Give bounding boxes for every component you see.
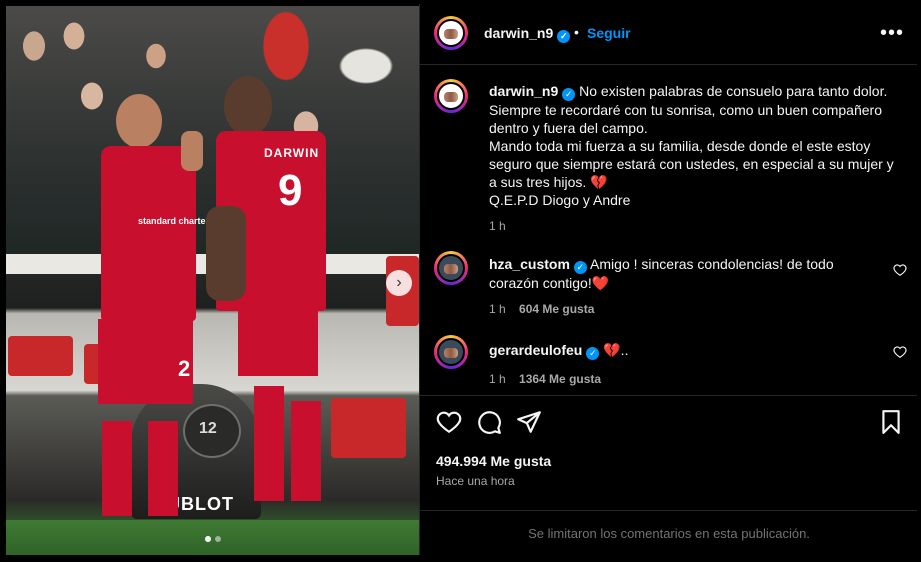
comment-likes[interactable]: 604 Me gusta [519, 302, 594, 316]
comment-avatar[interactable] [434, 251, 468, 285]
comment-text: 💔.. [603, 342, 629, 358]
author-username[interactable]: darwin_n9 ✓ [484, 25, 571, 43]
caption-line: No existen palabras de consuelo para tan… [579, 83, 888, 99]
player-head [224, 76, 272, 136]
verified-icon: ✓ [586, 347, 600, 360]
clock-number: 12 [199, 420, 217, 437]
caption: darwin_n9 ✓ No existen palabras de consue… [489, 82, 894, 235]
comment: hza_custom ✓ Amigo ! sinceras condolencia… [489, 255, 869, 318]
post-timestamp[interactable]: Hace una hora [436, 474, 515, 488]
comment-username[interactable]: gerardeulofeu [489, 342, 582, 358]
follow-button[interactable]: Seguir [587, 25, 631, 41]
verified-icon: ✓ [557, 30, 571, 43]
share-icon[interactable] [516, 409, 542, 435]
post-actions: 494.994 Me gusta Hace una hora Se limita… [420, 395, 917, 555]
comment-icon[interactable] [476, 409, 502, 435]
player-sock [254, 386, 284, 501]
player-shirt [101, 146, 196, 321]
heart-icon[interactable] [893, 263, 907, 277]
caption-line: Q.E.P.D Diogo y Andre [489, 192, 631, 208]
likes-count[interactable]: 494.994 Me gusta [436, 453, 551, 469]
heart-icon[interactable] [436, 409, 462, 435]
verified-icon: ✓ [562, 88, 576, 101]
caption-username[interactable]: darwin_n9 [489, 83, 558, 99]
shirt-number: 9 [278, 166, 303, 215]
instagram-post-window: 12 HUBLOT standard chartered 2 DARWIN 9 … [4, 4, 917, 555]
caption-line: Mando toda mi fuerza a su familia, desde… [489, 138, 894, 190]
comment-likes[interactable]: 1364 Me gusta [519, 372, 601, 386]
caption-avatar[interactable] [434, 79, 468, 113]
comment-avatar[interactable] [434, 335, 468, 369]
post-side-panel: darwin_n9 ✓ • Seguir ••• darwin_n9 ✓ No ex… [419, 4, 917, 555]
comment-time[interactable]: 1 h [489, 302, 506, 316]
verified-icon: ✓ [573, 261, 587, 274]
player-sock [102, 421, 132, 516]
author-avatar[interactable] [434, 16, 468, 50]
heart-icon[interactable] [893, 345, 907, 359]
caption-time[interactable]: 1 h [489, 217, 894, 235]
carousel-dot [205, 536, 211, 542]
stadium-seat [8, 336, 73, 376]
comment: gerardeulofeu ✓ 💔.. 1 h 1364 Me gusta [489, 341, 869, 388]
caption-line: Siempre te recordaré con tu sonrisa, com… [489, 102, 882, 136]
player-arm [206, 206, 246, 301]
carousel-dot [215, 536, 221, 542]
comment-username[interactable]: hza_custom [489, 256, 570, 272]
player-sock [148, 421, 178, 516]
post-photo[interactable]: 12 HUBLOT standard chartered 2 DARWIN 9 … [6, 6, 419, 555]
player-shorts [238, 306, 318, 376]
shirt-name: DARWIN [264, 146, 320, 160]
player-sock [291, 401, 321, 501]
player-head [116, 94, 162, 148]
carousel-dots [205, 536, 221, 542]
dot-separator: • [574, 24, 579, 40]
stadium-seat [331, 398, 406, 458]
more-icon[interactable]: ••• [880, 22, 904, 45]
next-arrow-icon[interactable]: › [386, 270, 412, 296]
player-hand [181, 131, 203, 171]
comments-limited-notice: Se limitaron los comentarios en esta pub… [420, 510, 917, 555]
shorts-number: 2 [178, 356, 191, 381]
post-header: darwin_n9 ✓ • Seguir ••• [420, 4, 917, 65]
clock-face: 12 [183, 404, 241, 458]
comment-time[interactable]: 1 h [489, 372, 506, 386]
bookmark-icon[interactable] [878, 409, 904, 435]
